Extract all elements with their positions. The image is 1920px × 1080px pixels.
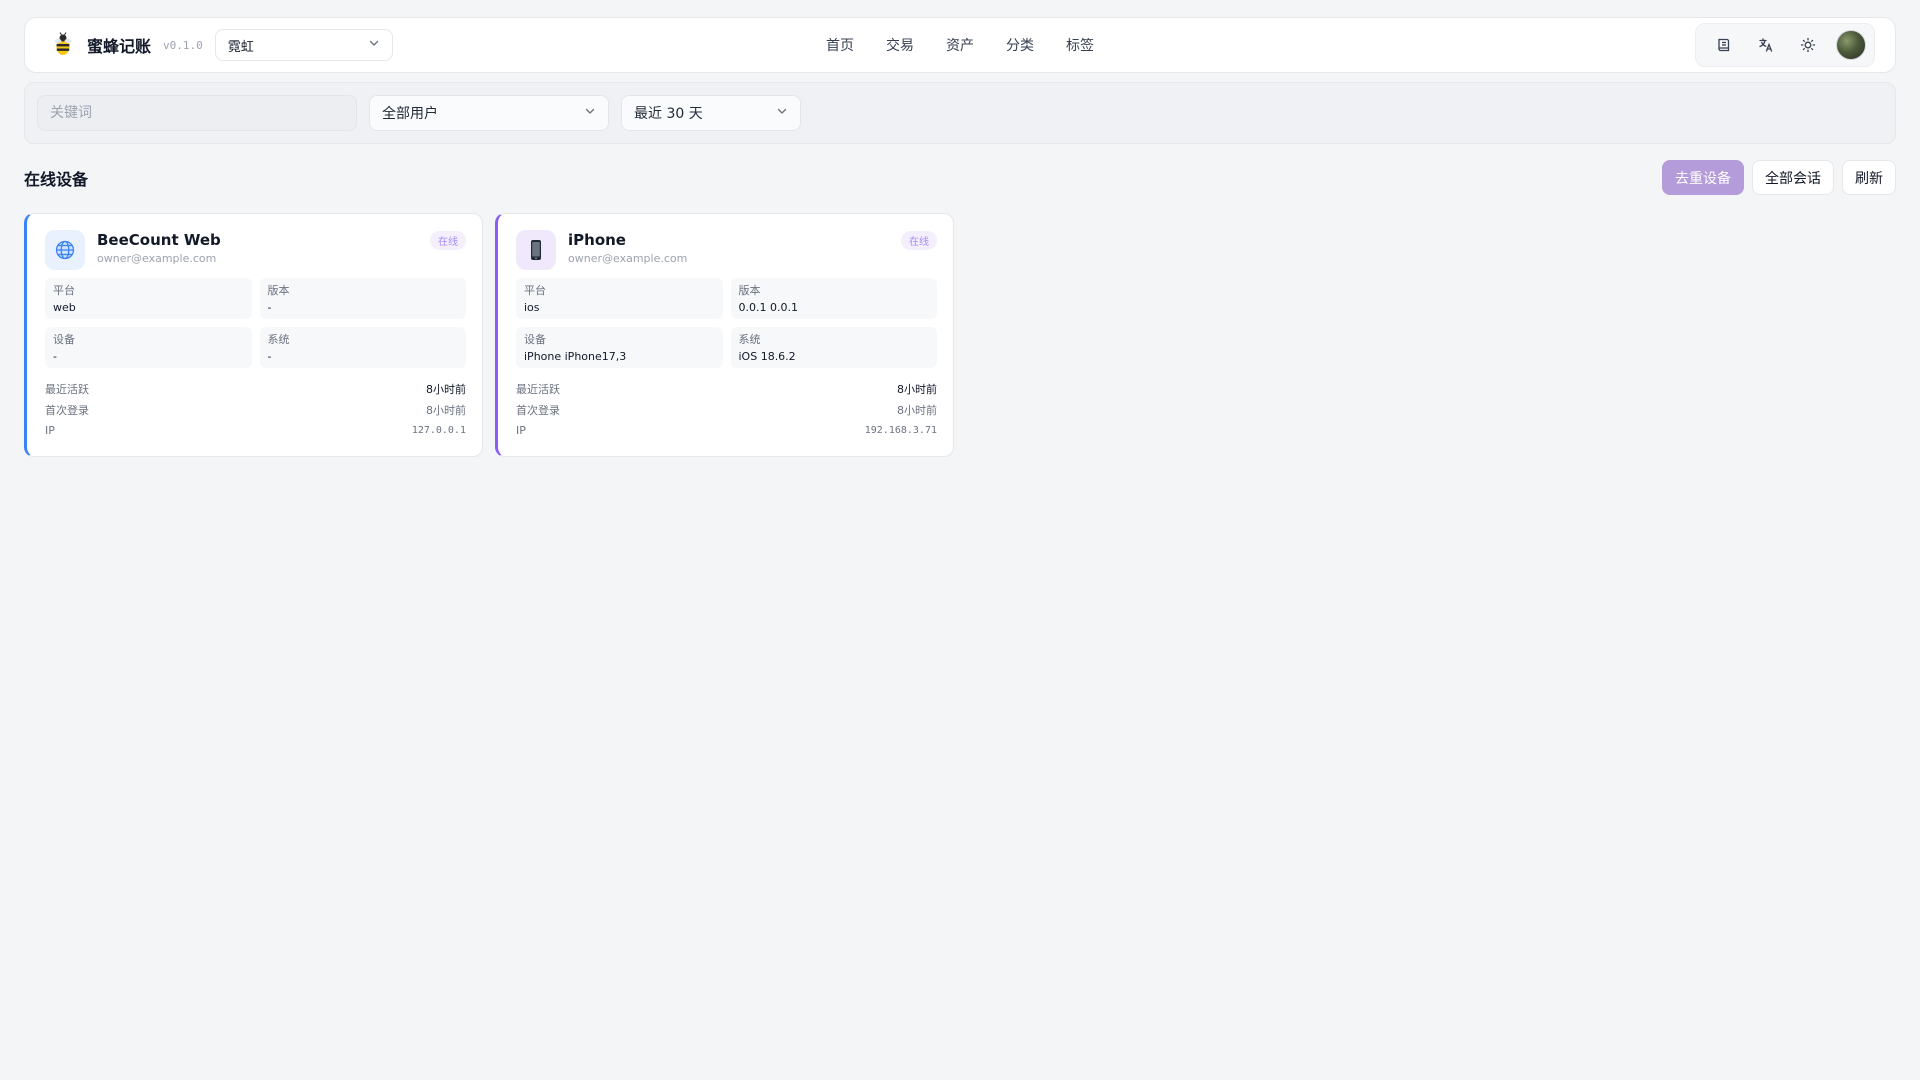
status-badge: 在线 xyxy=(430,231,466,250)
nav-tags[interactable]: 标签 xyxy=(1066,31,1094,59)
field-label: 系统 xyxy=(738,333,761,346)
field-label: 版本 xyxy=(267,284,290,297)
all-sessions-button[interactable]: 全部会话 xyxy=(1752,160,1834,195)
meta-ip: IP 192.168.3.71 xyxy=(516,420,937,441)
brand[interactable]: 蜜蜂记账 v0.1.0 xyxy=(49,31,203,59)
field-label: 版本 xyxy=(738,284,761,297)
meta-value: 192.168.3.71 xyxy=(864,425,937,436)
field-value: 0.0.1 0.0.1 xyxy=(738,301,798,314)
meta-first-login: 首次登录 8小时前 xyxy=(45,399,466,420)
refresh-button[interactable]: 刷新 xyxy=(1842,160,1896,195)
app-header: 蜜蜂记账 v0.1.0 霓虹 首页 交易 资产 分类 标签 xyxy=(24,17,1896,73)
date-range-value: 最近 30 天 xyxy=(634,106,703,122)
field-value: - xyxy=(267,350,272,363)
field-os: 系统 - xyxy=(259,327,466,368)
nav-assets[interactable]: 资产 xyxy=(946,31,974,59)
nav-categories[interactable]: 分类 xyxy=(1006,31,1034,59)
translate-icon[interactable] xyxy=(1752,31,1780,59)
user-select[interactable]: 全部用户 xyxy=(369,95,609,131)
status-badge: 在线 xyxy=(901,231,937,250)
device-card: iPhone owner@example.com 在线 平台 ios 版本 0.… xyxy=(495,213,954,457)
meta-key: 最近活跃 xyxy=(516,382,560,396)
device-user: owner@example.com xyxy=(568,252,688,265)
device-user: owner@example.com xyxy=(97,252,217,265)
field-value: web xyxy=(53,301,76,314)
field-device: 设备 - xyxy=(45,327,252,368)
device-card: BeeCount Web owner@example.com 在线 平台 web… xyxy=(24,213,483,457)
chevron-down-icon xyxy=(368,37,380,53)
field-label: 设备 xyxy=(53,333,75,346)
meta-key: IP xyxy=(45,424,55,437)
meta-value: 8小时前 xyxy=(426,382,466,396)
device-name: iPhone xyxy=(568,231,626,249)
field-label: 系统 xyxy=(267,333,290,346)
meta-value: 8小时前 xyxy=(897,403,937,417)
ledger-select[interactable]: 霓虹 xyxy=(214,29,393,61)
chevron-down-icon xyxy=(776,105,788,121)
field-platform: 平台 web xyxy=(45,278,252,319)
header-actions xyxy=(1695,23,1875,67)
meta-key: 首次登录 xyxy=(516,403,560,417)
avatar[interactable] xyxy=(1836,30,1866,60)
globe-icon xyxy=(45,230,85,270)
app-version: v0.1.0 xyxy=(163,38,203,52)
page-title: 在线设备 xyxy=(24,170,89,189)
meta-value: 8小时前 xyxy=(897,382,937,396)
field-value: - xyxy=(267,301,272,314)
field-value: - xyxy=(53,350,57,363)
field-version: 版本 - xyxy=(259,278,466,319)
field-platform: 平台 ios xyxy=(516,278,723,319)
meta-key: IP xyxy=(516,424,526,437)
field-value: iOS 18.6.2 xyxy=(738,350,796,363)
meta-key: 最近活跃 xyxy=(45,382,89,396)
book-icon[interactable] xyxy=(1710,31,1738,59)
meta-last-active: 最近活跃 8小时前 xyxy=(516,378,937,399)
meta-ip: IP 127.0.0.1 xyxy=(45,420,466,441)
field-device: 设备 iPhone iPhone17,3 xyxy=(516,327,723,368)
nav-transactions[interactable]: 交易 xyxy=(886,31,914,59)
bee-logo-icon xyxy=(49,31,77,59)
field-label: 设备 xyxy=(524,333,546,346)
field-value: ios xyxy=(524,301,540,314)
date-range-select[interactable]: 最近 30 天 xyxy=(621,95,801,131)
user-select-value: 全部用户 xyxy=(382,106,438,122)
brand-name: 蜜蜂记账 xyxy=(87,37,152,56)
dedupe-devices-button[interactable]: 去重设备 xyxy=(1662,160,1744,195)
field-label: 平台 xyxy=(53,284,75,297)
nav-home[interactable]: 首页 xyxy=(826,31,854,59)
field-version: 版本 0.0.1 0.0.1 xyxy=(730,278,937,319)
meta-value: 127.0.0.1 xyxy=(411,425,466,436)
keyword-input[interactable] xyxy=(37,95,357,131)
field-label: 平台 xyxy=(524,284,546,297)
meta-key: 首次登录 xyxy=(45,403,89,417)
main-nav: 首页 交易 资产 分类 标签 xyxy=(826,31,1094,59)
meta-first-login: 首次登录 8小时前 xyxy=(516,399,937,420)
meta-last-active: 最近活跃 8小时前 xyxy=(45,378,466,399)
field-value: iPhone iPhone17,3 xyxy=(524,350,627,363)
filter-bar: 全部用户 最近 30 天 xyxy=(24,82,1896,144)
chevron-down-icon xyxy=(584,105,596,121)
sun-icon[interactable] xyxy=(1794,31,1822,59)
field-os: 系统 iOS 18.6.2 xyxy=(730,327,937,368)
meta-value: 8小时前 xyxy=(426,403,466,417)
ledger-select-value: 霓虹 xyxy=(227,39,254,55)
phone-icon xyxy=(516,230,556,270)
section-actions: 去重设备 全部会话 刷新 xyxy=(1662,160,1896,195)
device-name: BeeCount Web xyxy=(97,231,221,249)
